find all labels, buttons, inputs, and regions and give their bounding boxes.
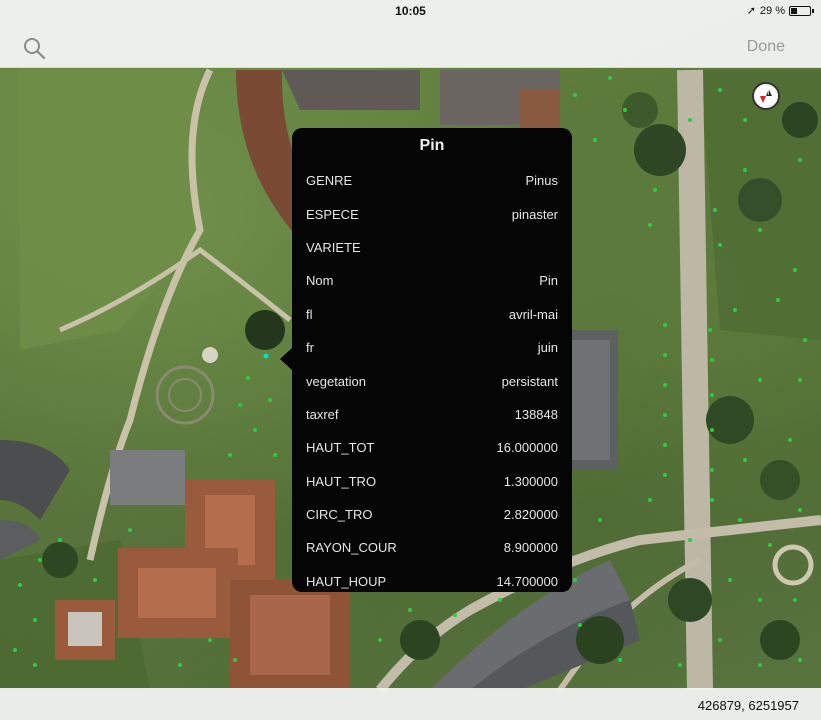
attribute-row-genre: GENRE Pinus [292,164,572,197]
attribute-row-taxref: taxref 138848 [292,398,572,431]
compass-north-label: N [768,88,774,97]
battery-percentage: 29 % [759,4,785,17]
search-icon[interactable] [22,36,46,60]
attribute-key: RAYON_COUR [306,540,397,556]
attribute-row-circ-tro: CIRC_TRO 2.820000 [292,498,572,531]
coordinate-readout: 426879, 6251957 [697,698,799,713]
done-button[interactable]: Done [747,38,785,56]
feature-popup: Pin GENRE Pinus ESPECE pinaster VARIETE … [292,128,572,592]
attribute-row-haut-houp: HAUT_HOUP 14.700000 [292,565,572,592]
attribute-key: GENRE [306,173,353,189]
selected-tree-point[interactable] [263,353,269,359]
attribute-row-espece: ESPECE pinaster [292,197,572,230]
attribute-value: avril-mai [508,306,558,322]
attribute-key: fr [306,340,314,356]
attribute-key: CIRC_TRO [306,507,373,523]
bottom-bar: 426879, 6251957 [0,688,821,720]
attribute-value: 16.000000 [496,440,558,456]
attribute-value: 138848 [514,406,558,422]
attribute-row-nom: Nom Pin [292,264,572,297]
attribute-value: Pin [539,273,558,289]
popup-title: Pin [419,137,445,154]
attribute-key: VARIETE [306,239,361,255]
attribute-key: vegetation [306,373,366,389]
popup-pointer-arrow [280,348,292,370]
attribute-row-fl: fl avril-mai [292,298,572,331]
compass-button[interactable]: N [752,82,780,110]
battery-icon [789,5,814,16]
attribute-key: fl [306,306,313,322]
attribute-key: HAUT_TRO [306,473,377,489]
attribute-row-vegetation: vegetation persistant [292,364,572,397]
attribute-row-haut-tot: HAUT_TOT 16.000000 [292,431,572,464]
attribute-value: 8.900000 [503,540,558,556]
attribute-key: HAUT_TOT [306,440,375,456]
attribute-row-fr: fr juin [292,331,572,364]
attribute-list: GENRE Pinus ESPECE pinaster VARIETE Nom … [292,164,572,592]
nav-bar: Done [0,22,821,68]
location-arrow-icon: ➚ [746,5,756,17]
attribute-value: persistant [501,373,558,389]
attribute-key: Nom [306,273,334,289]
attribute-key: ESPECE [306,206,359,222]
attribute-value: 1.300000 [503,473,558,489]
attribute-key: taxref [306,406,339,422]
attribute-value: pinaster [511,206,558,222]
status-time: 10:05 [395,4,426,18]
attribute-value: juin [537,340,558,356]
attribute-row-haut-tro: HAUT_TRO 1.300000 [292,465,572,498]
status-indicators: ➚ 29 % [746,4,814,17]
status-bar: 10:05 ➚ 29 % [0,0,821,22]
attribute-value: 2.820000 [503,507,558,523]
attribute-row-variete: VARIETE [292,231,572,264]
attribute-key: HAUT_HOUP [306,573,387,589]
attribute-value: 14.700000 [496,573,558,589]
attribute-value: Pinus [525,173,558,189]
compass-icon: N [760,88,774,103]
attribute-row-rayon-cour: RAYON_COUR 8.900000 [292,531,572,564]
